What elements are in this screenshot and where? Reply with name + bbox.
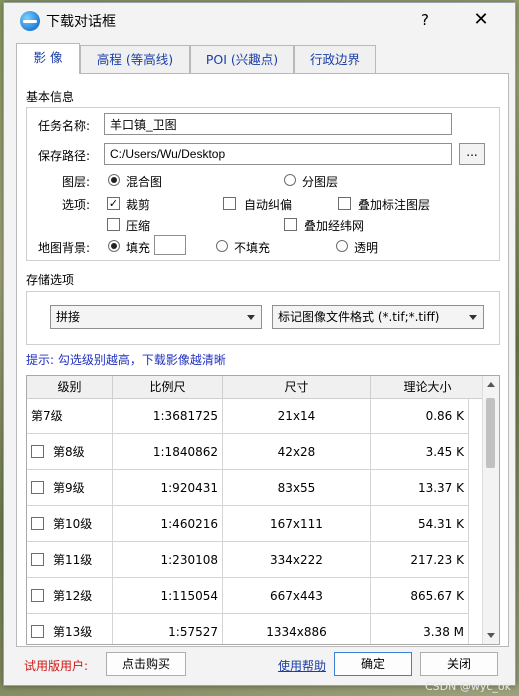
bg-fill-label: 填充 [126,241,151,255]
compress-label: 压缩 [126,219,151,233]
task-name-label: 任务名称: [38,119,91,133]
chevron-down-icon [247,315,255,320]
layer-separate-label: 分图层 [302,175,339,189]
scale-cell: 1:57527 [113,614,223,644]
level-cell: 第7级 [27,398,113,434]
scroll-down-icon[interactable] [487,633,495,638]
tab-admin-boundary[interactable]: 行政边界 [294,45,376,73]
level-checkbox[interactable] [31,481,44,494]
scale-cell: 1:460216 [113,506,223,542]
level-checkbox[interactable] [31,589,44,602]
est-size-cell: 54.31 K [371,506,469,542]
size-cell: 167x111 [223,506,371,542]
col-est-size[interactable]: 理论大小 [371,376,485,398]
size-cell: 1334x886 [223,614,371,644]
est-size-cell: 13.37 K [371,470,469,506]
map-bg-label: 地图背景: [38,241,91,255]
trial-user-label: 试用版用户: [24,659,89,673]
storage-mode-value: 拼接 [56,310,81,324]
file-format-select[interactable]: 标记图像文件格式 (*.tif;*.tiff) [272,305,484,329]
layer-mixed-radio[interactable] [108,174,120,186]
table-row[interactable]: 第13级 1:57527 1334x886 3.38 M [27,614,469,644]
fill-color-picker[interactable] [154,235,186,255]
size-cell: 334x222 [223,542,371,578]
est-size-cell: 865.67 K [371,578,469,614]
scroll-thumb[interactable] [486,398,495,468]
col-scale[interactable]: 比例尺 [113,376,223,398]
close-button[interactable]: 关闭 [420,652,498,676]
overlay-labels-label: 叠加标注图层 [358,198,431,212]
basic-info-title: 基本信息 [26,90,75,104]
scale-cell: 1:230108 [113,542,223,578]
size-cell: 21x14 [223,398,371,434]
table-row[interactable]: 第10级 1:460216 167x111 54.31 K [27,506,469,542]
graticule-checkbox[interactable] [284,218,297,231]
storage-mode-select[interactable]: 拼接 [50,305,262,329]
compress-checkbox[interactable] [107,218,120,231]
autocorrect-label: 自动纠偏 [244,198,293,212]
help-button[interactable]: ? [414,9,436,31]
title-bar: 下载对话框 ? ✕ [4,3,515,37]
scale-cell: 1:920431 [113,470,223,506]
layer-separate-radio[interactable] [284,174,296,186]
table-row[interactable]: 第9级 1:920431 83x55 13.37 K [27,470,469,506]
save-path-input[interactable] [104,143,452,165]
browse-button[interactable]: ... [459,143,485,165]
est-size-cell: 217.23 K [371,542,469,578]
close-window-button[interactable]: ✕ [468,9,494,31]
bg-transparent-label: 透明 [354,241,379,255]
chevron-down-icon [469,315,477,320]
crop-checkbox[interactable]: ✓ [107,197,120,210]
table-row[interactable]: 第7级 1:3681725 21x14 0.86 K [27,398,469,434]
download-dialog: 下载对话框 ? ✕ 影 像 高程 (等高线) POI (兴趣点) 行政边界 基本… [3,2,516,686]
size-cell: 83x55 [223,470,371,506]
graticule-label: 叠加经纬网 [304,219,365,233]
app-logo-icon [20,11,40,31]
table-header: 级别 比例尺 尺寸 理论大小 [27,376,485,399]
col-level[interactable]: 级别 [27,376,113,398]
table-scrollbar[interactable] [482,376,499,644]
autocorrect-checkbox[interactable] [223,197,236,210]
watermark: CSDN @wyc_ok [424,680,511,693]
size-cell: 667x443 [223,578,371,614]
buy-button[interactable]: 点击购买 [106,652,186,676]
scale-cell: 1:3681725 [113,398,223,434]
scale-cell: 1:115054 [113,578,223,614]
tab-elevation[interactable]: 高程 (等高线) [80,45,190,73]
level-checkbox[interactable] [31,517,44,530]
options-label: 选项: [62,198,91,212]
tab-poi[interactable]: POI (兴趣点) [190,45,294,73]
table-row[interactable]: 第12级 1:115054 667x443 865.67 K [27,578,469,614]
crop-label: 裁剪 [126,198,151,212]
est-size-cell: 3.45 K [371,434,469,470]
overlay-labels-checkbox[interactable] [338,197,351,210]
bg-nofill-label: 不填充 [234,241,271,255]
level-checkbox[interactable] [31,553,44,566]
tab-imagery[interactable]: 影 像 [16,43,80,74]
file-format-value: 标记图像文件格式 (*.tif;*.tiff) [278,310,440,324]
size-cell: 42x28 [223,434,371,470]
bg-nofill-radio[interactable] [216,240,228,252]
col-size[interactable]: 尺寸 [223,376,371,398]
level-checkbox[interactable] [31,445,44,458]
scale-cell: 1:1840862 [113,434,223,470]
bg-fill-radio[interactable] [108,240,120,252]
est-size-cell: 3.38 M [371,614,469,644]
table-row[interactable]: 第8级 1:1840862 42x28 3.45 K [27,434,469,470]
task-name-input[interactable] [104,113,452,135]
layer-label: 图层: [62,175,91,189]
scroll-up-icon[interactable] [487,382,495,387]
window-title: 下载对话框 [46,14,116,30]
table-row[interactable]: 第11级 1:230108 334x222 217.23 K [27,542,469,578]
ok-button[interactable]: 确定 [334,652,412,676]
level-table: 级别 比例尺 尺寸 理论大小 第7级 1:3681725 21x14 0.86 … [26,375,500,645]
storage-title: 存储选项 [26,273,75,287]
bg-transparent-radio[interactable] [336,240,348,252]
save-path-label: 保存路径: [38,149,91,163]
est-size-cell: 0.86 K [371,398,469,434]
hint-text: 提示: 勾选级别越高，下载影像越清晰 [26,353,226,367]
level-checkbox[interactable] [31,625,44,638]
layer-mixed-label: 混合图 [126,175,163,189]
help-link[interactable]: 使用帮助 [278,657,326,674]
